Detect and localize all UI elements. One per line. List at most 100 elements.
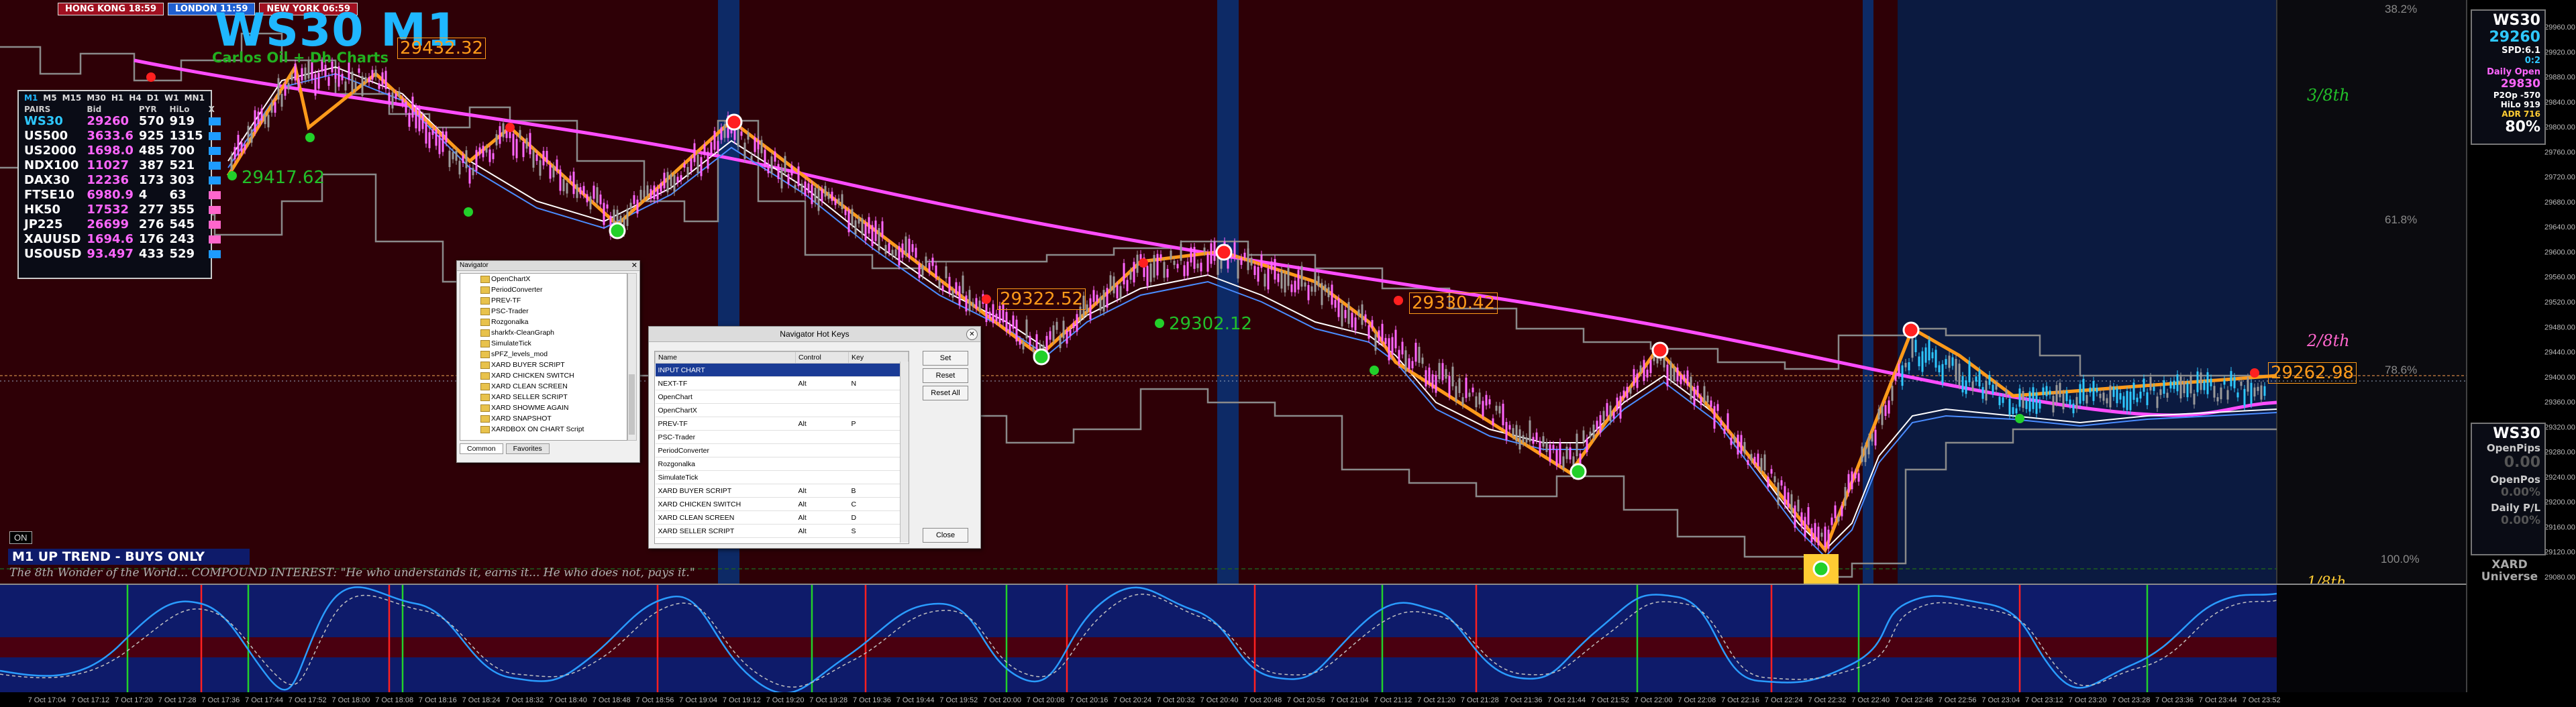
swing-high-marker[interactable]: [1215, 243, 1233, 261]
swing-high-marker[interactable]: [146, 72, 156, 82]
hotkey-row[interactable]: XARD BUYER SCRIPT Alt B: [655, 484, 909, 498]
close-icon[interactable]: ✕: [631, 261, 637, 270]
market-watch-row[interactable]: JP225 26699 276 545: [21, 217, 223, 232]
navigator-tree[interactable]: OpenChartX PeriodConverter PREV-TF PSC-Trad…: [460, 273, 627, 441]
hotkey-row[interactable]: INPUT CHART: [655, 363, 909, 377]
candle-body: [653, 185, 656, 199]
swing-low-marker[interactable]: [1033, 348, 1050, 366]
hotkey-row[interactable]: XARD CLEAN SCREEN Alt D: [655, 510, 909, 525]
navigator-item[interactable]: SimulateTick: [460, 338, 627, 349]
candle-body: [582, 186, 585, 195]
navigator-item[interactable]: sharkfx-CleanGraph: [460, 327, 627, 338]
candle-body: [2052, 396, 2055, 413]
osc-bg-bottom: [0, 657, 2277, 692]
market-watch-row[interactable]: US500 3633.6 925 1315: [21, 129, 223, 144]
scroll-thumb[interactable]: [629, 374, 635, 435]
tab-favorites[interactable]: Favorites: [505, 443, 550, 454]
navigator-item[interactable]: XARD SELLER SCRIPT: [460, 392, 627, 402]
swing-high-marker[interactable]: [982, 294, 991, 304]
swing-low-marker[interactable]: [2015, 414, 2024, 423]
hotkey-row[interactable]: OpenChart: [655, 390, 909, 404]
market-watch-row[interactable]: NDX100 11027 387 521: [21, 158, 223, 173]
price-axis-label: 29520.00: [2544, 298, 2575, 307]
reset-button[interactable]: Reset: [923, 368, 968, 383]
market-watch-row[interactable]: USOUSD 93.497 433 529: [21, 247, 223, 262]
navigator-item[interactable]: XARD CHICKEN SWITCH: [460, 370, 627, 381]
swing-low-marker[interactable]: [1155, 319, 1164, 328]
swing-low-marker[interactable]: [1812, 560, 1830, 578]
tf-h4[interactable]: H4: [129, 93, 141, 103]
tf-m15[interactable]: M15: [62, 93, 82, 103]
col-name[interactable]: Name: [655, 351, 796, 364]
tf-m5[interactable]: M5: [43, 93, 56, 103]
navigator-item[interactable]: PSC-Trader: [460, 306, 627, 317]
time-axis-label: 7 Oct 21:52: [1591, 696, 1629, 704]
hotkey-row[interactable]: NEXT-TF Alt N: [655, 376, 909, 390]
hotkey-control: Alt: [795, 376, 849, 390]
hotkeys-titlebar[interactable]: Navigator Hot Keys ✕: [649, 327, 980, 342]
col-control[interactable]: Control: [795, 351, 849, 364]
hotkey-row[interactable]: PREV-TF Alt P: [655, 417, 909, 431]
swing-low-marker[interactable]: [227, 171, 237, 180]
reset-all-button[interactable]: Reset All: [923, 386, 968, 400]
market-watch-row[interactable]: WS30 29260 570 919: [21, 114, 223, 129]
set-button[interactable]: Set: [923, 351, 968, 366]
hotkeys-list[interactable]: Name Control Key INPUT CHART NEXT-TF Alt N O…: [654, 351, 909, 544]
swing-low-marker[interactable]: [1569, 463, 1587, 480]
swing-low-marker[interactable]: [1370, 366, 1379, 375]
on-toggle[interactable]: ON: [9, 531, 32, 544]
market-watch-row[interactable]: DAX30 12236 173 303: [21, 173, 223, 188]
col-hilo: HiLo: [169, 105, 190, 114]
navigator-item[interactable]: Rozgonalka: [460, 317, 627, 327]
swing-high-marker[interactable]: [1651, 341, 1669, 359]
swing-low-marker[interactable]: [609, 222, 626, 239]
navigator-item[interactable]: PREV-TF: [460, 295, 627, 306]
swing-high-marker[interactable]: [725, 113, 743, 131]
market-watch-row[interactable]: FTSE10 6980.9 4 63: [21, 188, 223, 203]
market-watch-row[interactable]: HK50 17532 277 355: [21, 203, 223, 217]
hotkey-row[interactable]: PeriodConverter: [655, 443, 909, 457]
tf-d1[interactable]: D1: [147, 93, 159, 103]
candle-body: [1646, 370, 1649, 378]
hotkeys-scrollbar[interactable]: [900, 362, 909, 543]
navigator-scrollbar[interactable]: [627, 273, 637, 441]
candle-body: [831, 191, 833, 201]
candle-body: [1720, 420, 1722, 425]
navigator-item[interactable]: PeriodConverter: [460, 284, 627, 295]
swing-high-marker[interactable]: [1139, 258, 1148, 268]
swing-high-marker[interactable]: [1902, 321, 1920, 339]
tab-common[interactable]: Common: [460, 443, 503, 454]
close-icon[interactable]: ✕: [966, 329, 978, 340]
tf-w1[interactable]: W1: [164, 93, 179, 103]
swing-high-marker[interactable]: [505, 123, 515, 132]
tf-m1[interactable]: M1: [24, 93, 38, 103]
navigator-titlebar[interactable]: Navigator ✕: [457, 261, 639, 271]
market-watch-row[interactable]: XAUUSD 1694.6 176 243: [21, 232, 223, 247]
tf-m30[interactable]: M30: [87, 93, 106, 103]
market-watch-row[interactable]: US2000 1698.0 485 700: [21, 144, 223, 158]
navigator-item[interactable]: sPFZ_levels_mod: [460, 349, 627, 360]
swing-low-marker[interactable]: [464, 207, 473, 217]
hotkey-row[interactable]: XARD CHICKEN SWITCH Alt C: [655, 497, 909, 511]
close-button[interactable]: Close: [923, 528, 968, 543]
hotkey-row[interactable]: Rozgonalka: [655, 457, 909, 471]
navigator-item[interactable]: OpenChartX: [460, 274, 627, 284]
price-chart[interactable]: 7 Oct 17:04 7 Oct 17:12 7 Oct 17:20 7 Oct 1…: [0, 0, 2576, 707]
candle-body: [455, 150, 458, 161]
swing-low-marker[interactable]: [305, 133, 315, 142]
swing-high-marker[interactable]: [1394, 296, 1403, 305]
hotkeys-dialog[interactable]: Navigator Hot Keys ✕ Name Control Key IN…: [648, 326, 981, 549]
navigator-item[interactable]: XARD BUYER SCRIPT: [460, 360, 627, 370]
navigator-item[interactable]: XARD CLEAN SCREEN: [460, 381, 627, 392]
swing-high-marker[interactable]: [2250, 368, 2259, 378]
navigator-item[interactable]: XARD SNAPSHOT: [460, 413, 627, 424]
tf-mn1[interactable]: MN1: [185, 93, 205, 103]
navigator-item[interactable]: XARDBOX ON CHART Script: [460, 424, 627, 435]
navigator-item[interactable]: XARD SHOWME AGAIN: [460, 402, 627, 413]
navigator-window[interactable]: Navigator ✕ OpenChartX PeriodConverter PRE…: [456, 260, 640, 463]
hotkey-row[interactable]: PSC-Trader: [655, 430, 909, 444]
hotkey-row[interactable]: OpenChartX: [655, 403, 909, 417]
tf-h1[interactable]: H1: [111, 93, 123, 103]
hotkey-row[interactable]: XARD SELLER SCRIPT Alt S: [655, 524, 909, 538]
hotkey-row[interactable]: SimulateTick: [655, 470, 909, 484]
